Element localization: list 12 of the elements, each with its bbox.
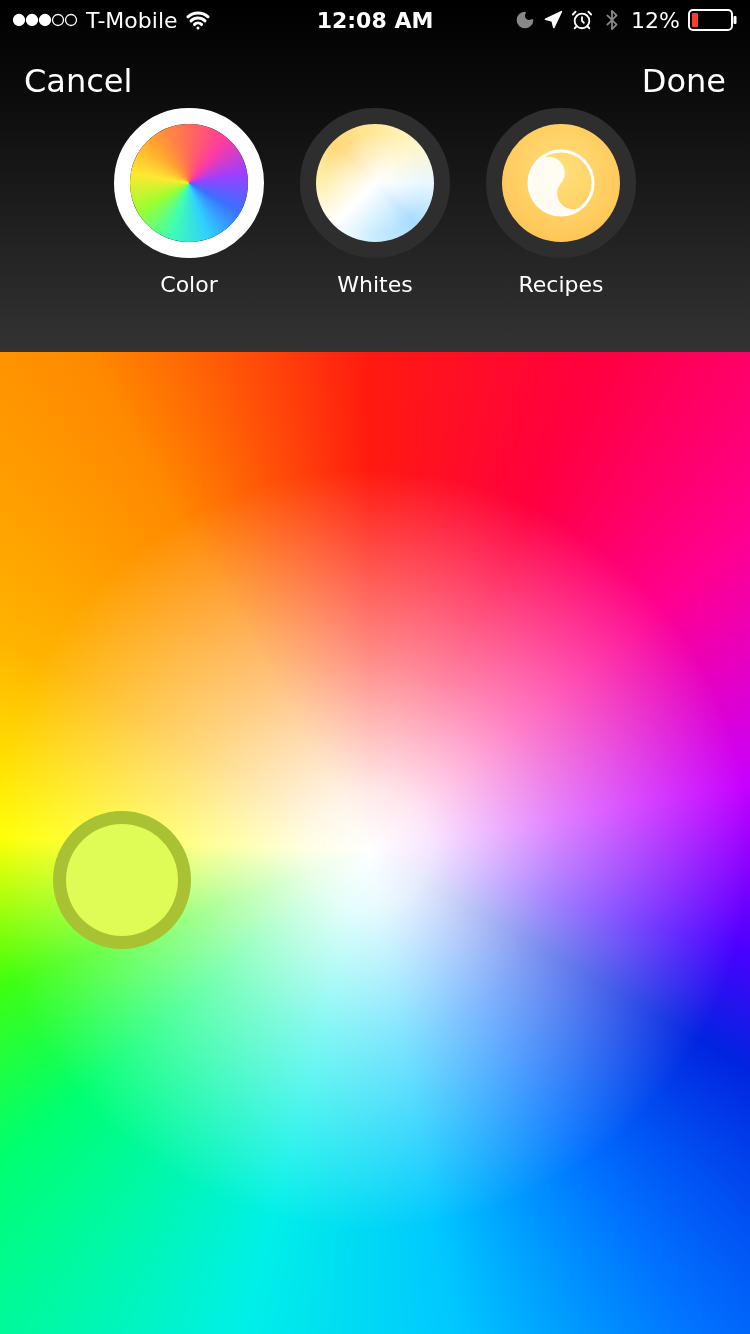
- moon-icon: [515, 10, 536, 30]
- done-button[interactable]: Done: [641, 62, 726, 100]
- alarm-icon: [571, 9, 594, 31]
- status-time: 12:08 AM: [316, 7, 434, 33]
- carrier-name: T-Mobile: [86, 7, 178, 33]
- signal-icon: [12, 13, 78, 27]
- cancel-button[interactable]: Cancel: [24, 62, 133, 100]
- color-field[interactable]: [0, 352, 750, 1334]
- battery-percent: 12%: [631, 7, 680, 33]
- yin-yang-icon: [526, 148, 596, 218]
- location-icon: [543, 10, 564, 30]
- battery-icon: [688, 9, 738, 31]
